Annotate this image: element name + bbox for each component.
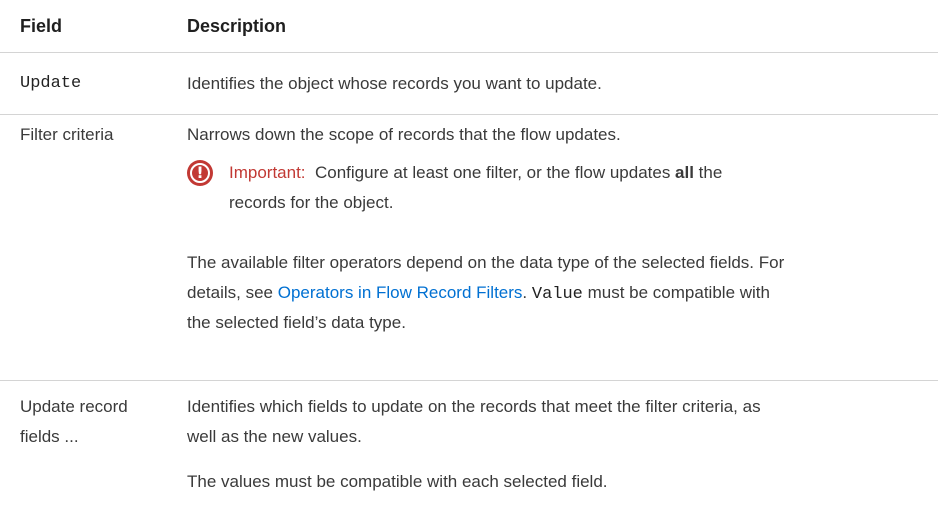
- row-divider: [0, 380, 938, 381]
- note-text-after: must be compatible with: [582, 283, 770, 302]
- header-field: Field: [20, 16, 63, 36]
- table-header: Field Description: [0, 0, 938, 53]
- important-line-1: Important: Configure at least one filter…: [229, 158, 722, 188]
- row-update-fields-description-line1: Identifies which fields to update on the…: [187, 397, 761, 416]
- row-update-fields-description-line3: The values must be compatible with each …: [187, 472, 608, 491]
- note-text-before: details, see: [187, 283, 278, 302]
- row-update-fields-field-line2: fields ...: [20, 427, 79, 446]
- important-callout: ! Important: Configure at least one filt…: [187, 158, 927, 228]
- note-line-1: The available filter operators depend on…: [187, 253, 785, 272]
- important-bold: all: [675, 163, 694, 182]
- note-code-value: Value: [531, 285, 583, 304]
- operators-link[interactable]: Operators in Flow Record Filters: [278, 283, 523, 302]
- row-filter-description: Narrows down the scope of records that t…: [187, 125, 621, 144]
- header-description: Description: [187, 16, 287, 36]
- row-filter-field: Filter criteria: [20, 125, 114, 144]
- important-text-before: Configure at least one filter, or the fl…: [315, 163, 676, 182]
- important-line-2: records for the object.: [229, 193, 394, 212]
- important-text-after: the: [693, 163, 723, 182]
- row-update-description: Identifies the object whose records you …: [187, 74, 602, 93]
- warning-circle-icon: !: [187, 160, 213, 186]
- row-update-field: Update: [20, 74, 82, 93]
- row-update-fields-description-line2: well as the new values.: [187, 427, 362, 446]
- important-label: Important:: [229, 163, 306, 182]
- note-line-3: the selected field’s data type.: [187, 313, 406, 332]
- row-update-fields-field-line1: Update record: [20, 397, 128, 416]
- note-line-2: details, see Operators in Flow Record Fi…: [187, 278, 770, 310]
- row-divider: [0, 114, 938, 115]
- note-text-mid: .: [522, 283, 532, 302]
